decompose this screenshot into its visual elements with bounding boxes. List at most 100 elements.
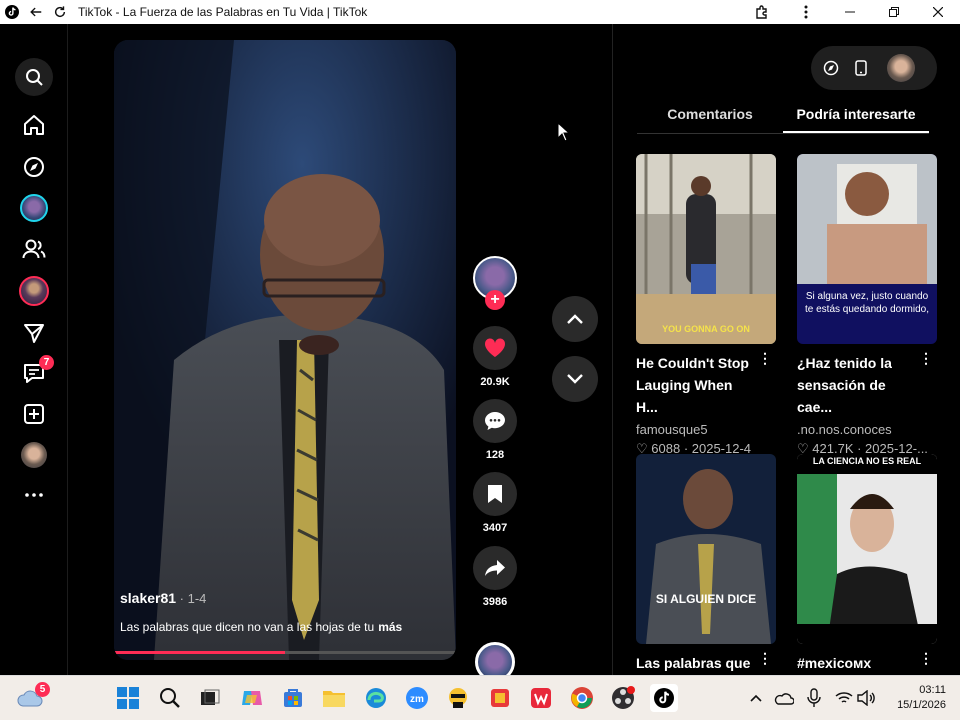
card-menu-icon[interactable]: ⋮ — [758, 350, 772, 367]
left-nav: 7 — [0, 24, 68, 675]
author-username[interactable]: slaker81 — [120, 590, 176, 606]
video-progress-bar[interactable] — [114, 651, 456, 654]
card-author[interactable]: famousque5 — [636, 422, 778, 437]
video-frame — [114, 40, 456, 660]
microphone-icon[interactable] — [800, 684, 828, 712]
previous-video-button[interactable] — [552, 296, 598, 342]
tiktok-app: 7 slaker81 · 1-4 Las palabras que dicen … — [0, 24, 960, 675]
friends-icon[interactable] — [18, 233, 50, 265]
search-button[interactable] — [15, 58, 53, 96]
game-app-icon[interactable] — [444, 684, 472, 712]
tab-comments[interactable]: Comentarios — [637, 104, 783, 133]
follow-plus-icon[interactable]: + — [485, 290, 505, 310]
taskbar-search-icon[interactable] — [156, 684, 184, 712]
save-button[interactable]: 3407 — [472, 472, 518, 534]
card-menu-icon[interactable]: ⋮ — [919, 350, 933, 367]
onedrive-icon[interactable] — [770, 684, 798, 712]
chevron-up-icon — [567, 314, 583, 324]
tray-chevron-up-icon[interactable] — [742, 684, 770, 712]
system-clock[interactable]: 03:11 15/1/2026 — [897, 683, 946, 713]
following-avatar[interactable] — [18, 192, 50, 224]
card-menu-icon[interactable]: ⋮ — [758, 650, 772, 667]
add-icon[interactable] — [18, 398, 50, 430]
more-link[interactable]: más — [378, 620, 402, 634]
comment-button[interactable]: 128 — [472, 399, 518, 461]
back-arrow-icon[interactable] — [24, 0, 48, 24]
card-thumbnail[interactable]: SI ALGUIEN DICE — [636, 454, 776, 644]
card-thumbnail[interactable]: LA CIENCIA NO ES REAL — [797, 454, 937, 644]
video-author[interactable]: slaker81 · 1-4 — [120, 590, 446, 606]
messages-icon[interactable]: 7 — [18, 355, 54, 389]
tiktok-logo-icon — [0, 0, 24, 24]
reload-icon[interactable] — [48, 0, 72, 24]
clock-date: 15/1/2026 — [897, 699, 946, 711]
extensions-icon[interactable] — [740, 0, 784, 24]
file-explorer-icon[interactable] — [320, 684, 348, 712]
upload-send-icon[interactable] — [18, 317, 50, 349]
card-overlay-text: Si alguna vez, justo cuando te estás que… — [805, 291, 929, 315]
card-title[interactable]: ¿Haz tenido la sensación de cae... — [797, 352, 919, 418]
live-avatar[interactable] — [18, 275, 50, 307]
edge-icon[interactable] — [362, 684, 390, 712]
heart-icon — [484, 338, 506, 357]
weather-widget[interactable]: 5 — [16, 682, 50, 712]
red-app-icon[interactable] — [486, 684, 514, 712]
bookmark-icon — [488, 485, 502, 503]
card-title[interactable]: #mexicoᴍx — [797, 652, 919, 674]
compass-icon[interactable] — [811, 60, 851, 76]
tab-recommended[interactable]: Podría interesarte — [783, 104, 929, 133]
account-avatar[interactable] — [887, 54, 915, 82]
recommended-card[interactable]: LA CIENCIA NO ES REAL #mexicoᴍx ⋮ — [797, 454, 939, 674]
card-title[interactable]: He Couldn't Stop Lauging When H... — [636, 352, 758, 418]
task-view-icon[interactable] — [196, 684, 224, 712]
comment-count: 128 — [485, 449, 505, 461]
share-arrow-icon — [485, 560, 505, 576]
recommended-card[interactable]: YOU GONNA GO ON He Couldn't Stop Lauging… — [636, 154, 778, 457]
side-panel: Comentarios Podría interesarte YOU GONNA… — [612, 24, 960, 675]
windows-logo-icon — [117, 687, 139, 709]
window-title: TikTok - La Fuerza de las Palabras en Tu… — [78, 5, 368, 19]
home-icon[interactable] — [18, 109, 50, 141]
mobile-app-icon[interactable] — [851, 60, 871, 76]
zoom-icon[interactable]: zm — [403, 684, 431, 712]
share-count: 3986 — [482, 596, 508, 608]
chrome-icon[interactable] — [568, 684, 596, 712]
volume-icon[interactable] — [852, 684, 880, 712]
profile-avatar[interactable] — [18, 439, 50, 471]
store-icon[interactable] — [279, 684, 307, 712]
more-dots-icon[interactable] — [18, 479, 50, 511]
save-count: 3407 — [482, 522, 508, 534]
card-author[interactable]: .no.nos.conoces — [797, 422, 939, 437]
card-thumbnail[interactable]: Si alguna vez, justo cuando te estás que… — [797, 154, 937, 344]
obs-icon[interactable] — [609, 684, 637, 712]
browser-titlebar: TikTok - La Fuerza de las Palabras en Tu… — [0, 0, 960, 24]
recommended-card[interactable]: SI ALGUIEN DICE Las palabras que ⋮ — [636, 454, 778, 674]
card-menu-icon[interactable]: ⋮ — [919, 650, 933, 667]
recommended-card[interactable]: Si alguna vez, justo cuando te estás que… — [797, 154, 939, 457]
wps-office-icon[interactable] — [527, 684, 555, 712]
close-icon[interactable] — [916, 0, 960, 24]
explore-icon[interactable] — [18, 151, 50, 183]
card-title[interactable]: Las palabras que — [636, 652, 758, 674]
video-progress-fill — [114, 651, 285, 654]
creator-avatar-button[interactable]: + — [472, 256, 518, 310]
thumbnail-image — [636, 454, 776, 644]
tiktok-taskbar-icon[interactable] — [650, 684, 678, 712]
video-description: Las palabras que dicen no van a las hoja… — [120, 620, 446, 634]
sound-disc[interactable] — [472, 642, 518, 675]
search-icon — [26, 69, 43, 86]
share-button[interactable]: 3986 — [472, 546, 518, 608]
notifications-badge: 7 — [39, 355, 54, 370]
panel-tabs: Comentarios Podría interesarte — [637, 104, 929, 134]
like-button[interactable]: 20.9K — [472, 326, 518, 388]
video-player[interactable]: slaker81 · 1-4 Las palabras que dicen no… — [114, 40, 456, 660]
next-video-button[interactable] — [552, 356, 598, 402]
copilot-icon[interactable] — [238, 684, 266, 712]
restore-icon[interactable] — [872, 0, 916, 24]
minimize-icon[interactable] — [828, 0, 872, 24]
card-thumbnail[interactable]: YOU GONNA GO ON — [636, 154, 776, 344]
start-button[interactable] — [114, 684, 142, 712]
mouse-cursor-icon — [557, 122, 571, 142]
more-menu-icon[interactable] — [784, 0, 828, 24]
video-caption: slaker81 · 1-4 Las palabras que dicen no… — [120, 590, 446, 634]
